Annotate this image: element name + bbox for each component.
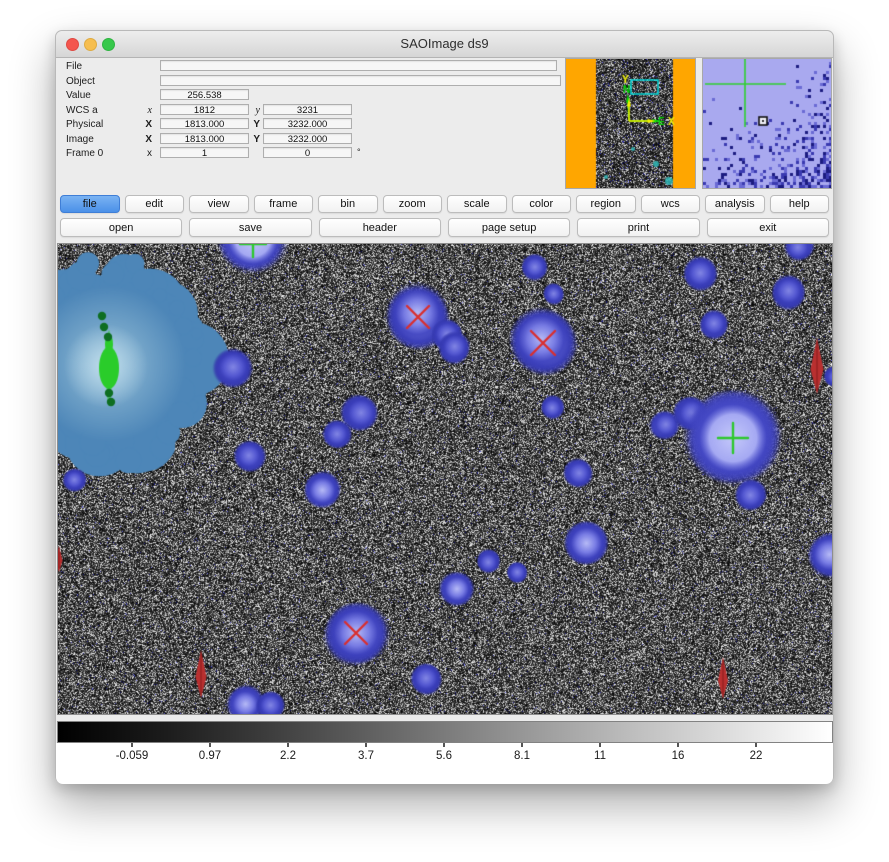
colorbar-tick-label: 16 <box>672 750 685 762</box>
file-button-bar: open save header page setup print exit <box>60 218 829 237</box>
colorbar-tick <box>209 743 211 747</box>
menu-region[interactable]: region <box>576 195 636 213</box>
object-field[interactable] <box>160 75 561 86</box>
colorbar-tick <box>131 743 133 747</box>
colorbar-tick-label: 22 <box>750 750 763 762</box>
image-x-field[interactable]: 1813.000 <box>160 133 249 144</box>
menu-zoom[interactable]: zoom <box>383 195 443 213</box>
frame-label: Frame 0 <box>66 148 103 159</box>
image-x-label: X <box>138 134 152 145</box>
wcs-y-label: y <box>246 105 260 116</box>
colorbar[interactable] <box>57 721 833 743</box>
panner-panel[interactable] <box>565 58 696 189</box>
colorbar-tick <box>443 743 445 747</box>
colorbar-tick-label: 3.7 <box>358 750 374 762</box>
colorbar-tick-label: 2.2 <box>280 750 296 762</box>
menu-view[interactable]: view <box>189 195 249 213</box>
colorbar-tick-label: 11 <box>594 750 606 762</box>
menu-help[interactable]: help <box>770 195 830 213</box>
colorbar-scale: -0.059 0.97 2.2 3.7 5.6 8.1 11 16 22 <box>56 743 833 784</box>
colorbar-tick-label: 0.97 <box>199 750 221 762</box>
file-field[interactable] <box>160 60 557 71</box>
physical-label: Physical <box>66 119 103 130</box>
page-setup-button[interactable]: page setup <box>448 218 570 237</box>
colorbar-tick <box>365 743 367 747</box>
wcs-y-field[interactable]: 3231 <box>263 104 352 115</box>
physical-x-label: X <box>138 119 152 130</box>
physical-x-field[interactable]: 1813.000 <box>160 118 249 129</box>
magnifier-canvas[interactable] <box>703 59 831 188</box>
menu-scale[interactable]: scale <box>447 195 507 213</box>
sky-image-canvas[interactable] <box>58 244 832 714</box>
colorbar-tick <box>755 743 757 747</box>
colorbar-tick <box>521 743 523 747</box>
wcs-x-label: x <box>138 105 152 116</box>
ds9-window: SAOImage ds9 File Object Value 256.538 W… <box>55 30 834 783</box>
colorbar-tick-label: -0.059 <box>116 750 149 762</box>
magnifier-panel[interactable] <box>702 58 832 189</box>
exit-button[interactable]: exit <box>707 218 829 237</box>
menu-bar: file edit view frame bin zoom scale colo… <box>60 195 829 213</box>
title-bar[interactable]: SAOImage ds9 <box>56 31 833 58</box>
degree-symbol: ° <box>357 147 361 157</box>
physical-y-field[interactable]: 3232.000 <box>263 118 352 129</box>
value-label: Value <box>66 90 91 101</box>
open-button[interactable]: open <box>60 218 182 237</box>
print-button[interactable]: print <box>577 218 699 237</box>
wcs-x-field[interactable]: 1812 <box>160 104 249 115</box>
window-title: SAOImage ds9 <box>56 36 833 51</box>
value-field[interactable]: 256.538 <box>160 89 249 100</box>
image-label: Image <box>66 134 94 145</box>
colorbar-tick <box>287 743 289 747</box>
panner-canvas[interactable] <box>566 59 695 188</box>
colorbar-tick <box>677 743 679 747</box>
frame-x-field[interactable]: 1 <box>160 147 249 158</box>
file-label: File <box>66 61 82 72</box>
image-y-field[interactable]: 3232.000 <box>263 133 352 144</box>
menu-edit[interactable]: edit <box>125 195 185 213</box>
header-button[interactable]: header <box>319 218 441 237</box>
image-y-label: Y <box>246 134 260 145</box>
menu-frame[interactable]: frame <box>254 195 314 213</box>
colorbar-tick <box>599 743 601 747</box>
wcs-label: WCS a <box>66 105 98 116</box>
physical-y-label: Y <box>246 119 260 130</box>
save-button[interactable]: save <box>189 218 311 237</box>
frame-angle-field[interactable]: 0 <box>263 147 352 158</box>
menu-wcs[interactable]: wcs <box>641 195 701 213</box>
colorbar-tick-label: 8.1 <box>514 750 530 762</box>
menu-analysis[interactable]: analysis <box>705 195 765 213</box>
menu-color[interactable]: color <box>512 195 572 213</box>
colorbar-tick-label: 5.6 <box>436 750 452 762</box>
object-label: Object <box>66 76 95 87</box>
menu-file[interactable]: file <box>60 195 120 213</box>
frame-x-label: x <box>138 148 152 159</box>
image-display[interactable] <box>57 243 833 715</box>
menu-bin[interactable]: bin <box>318 195 378 213</box>
